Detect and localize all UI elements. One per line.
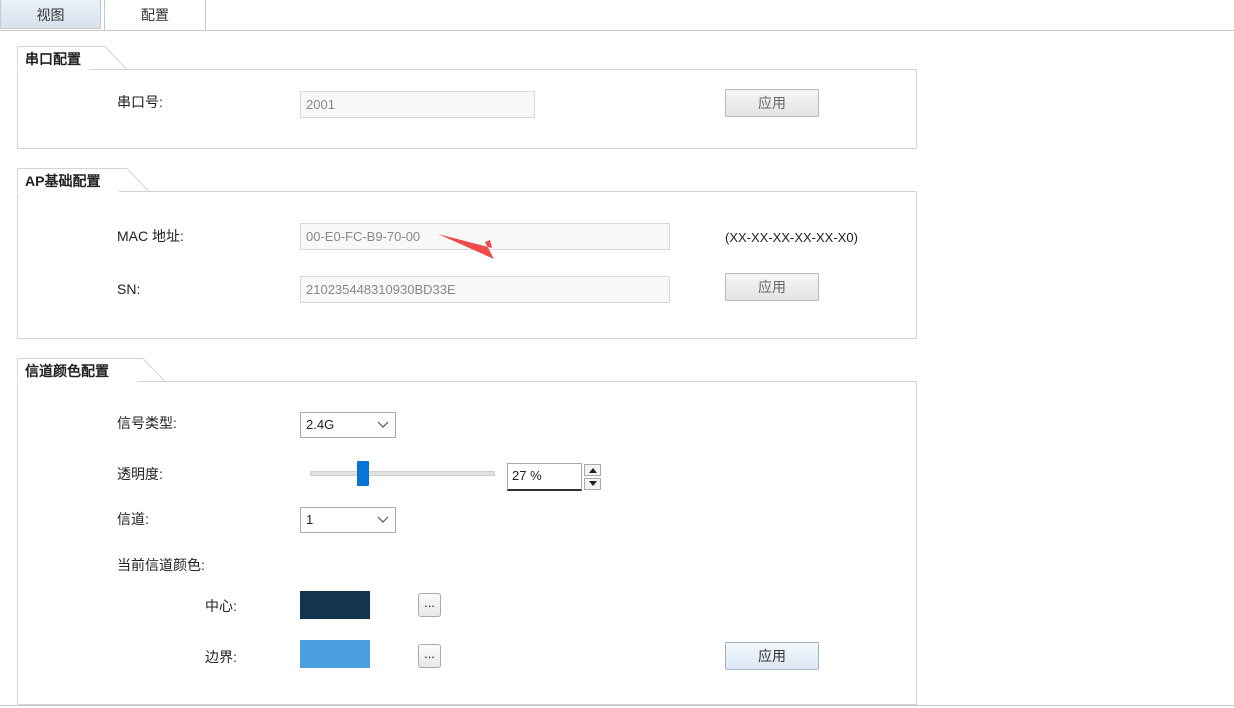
transparency-label: 透明度:: [117, 466, 163, 482]
annotation-arrow: [438, 234, 494, 259]
center-color-swatch: [300, 591, 370, 619]
channel-legend-tab: [17, 358, 165, 382]
channel-value: 1: [306, 512, 314, 527]
spin-down-button[interactable]: [584, 478, 601, 490]
chevron-down-icon: [377, 516, 389, 523]
serial-legend-tab: [17, 46, 127, 70]
center-color-picker-button[interactable]: ...: [418, 593, 441, 617]
channel-label: 信道:: [117, 511, 149, 527]
border-color-label: 边界:: [205, 649, 237, 665]
channel-apply-button[interactable]: 应用: [725, 642, 819, 670]
border-color-picker-button[interactable]: ...: [418, 644, 441, 668]
triangle-down-icon: [589, 481, 597, 486]
signal-type-label: 信号类型:: [117, 415, 177, 431]
spin-up-button[interactable]: [584, 464, 601, 476]
ap-legend-tab: [17, 168, 149, 192]
mac-format-hint: (XX-XX-XX-XX-XX-X0): [725, 230, 858, 245]
mac-address-label: MAC 地址:: [117, 228, 184, 244]
serial-port-input[interactable]: 2001: [300, 91, 535, 118]
chevron-down-icon: [377, 421, 389, 428]
current-color-label: 当前信道颜色:: [117, 557, 205, 573]
sn-label: SN:: [117, 281, 141, 297]
tab-config[interactable]: 配置: [104, 0, 206, 31]
tab-divider: [0, 30, 1234, 31]
channel-select[interactable]: 1: [300, 507, 396, 533]
signal-type-value: 2.4G: [306, 417, 335, 432]
tab-view[interactable]: 视图: [0, 0, 101, 29]
transparency-input[interactable]: 27 %: [507, 463, 582, 491]
triangle-up-icon: [589, 468, 597, 473]
arrow-shape: [438, 234, 494, 259]
center-color-label: 中心:: [205, 598, 237, 614]
ap-apply-button[interactable]: 应用: [725, 273, 819, 301]
serial-port-label: 串口号:: [117, 94, 163, 110]
sn-input[interactable]: 210235448310930BD33E: [300, 276, 670, 303]
bottom-divider: [0, 705, 1234, 706]
border-color-swatch: [300, 640, 370, 668]
serial-apply-button[interactable]: 应用: [725, 89, 819, 117]
tab-bar: 视图 配置: [0, 0, 1234, 31]
transparency-slider-thumb[interactable]: [356, 461, 369, 486]
signal-type-select[interactable]: 2.4G: [300, 412, 396, 438]
transparency-slider-track[interactable]: [310, 471, 495, 476]
